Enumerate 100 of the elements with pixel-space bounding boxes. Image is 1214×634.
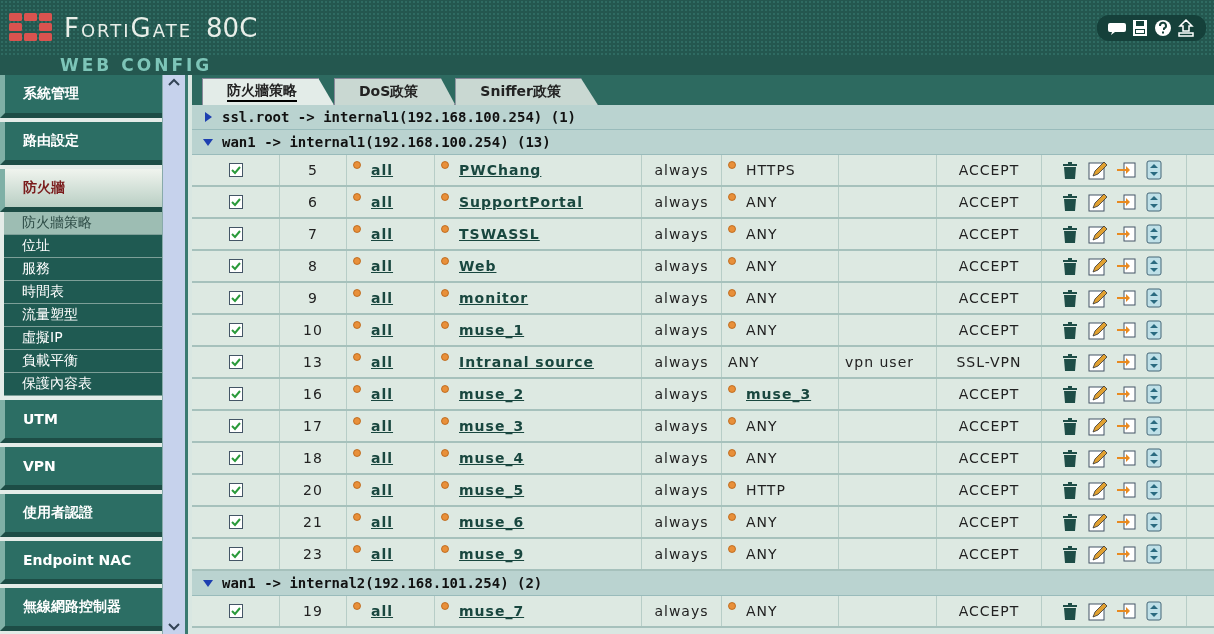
delete-icon[interactable] <box>1060 384 1080 404</box>
source-link[interactable]: all <box>371 322 394 338</box>
delete-icon[interactable] <box>1060 416 1080 436</box>
insert-icon[interactable] <box>1116 256 1136 276</box>
source-link[interactable]: all <box>371 514 394 530</box>
edit-icon[interactable] <box>1088 224 1108 244</box>
move-icon[interactable] <box>1144 224 1164 244</box>
destination-link[interactable]: TSWASSL <box>459 226 540 242</box>
source-link[interactable]: all <box>371 258 394 274</box>
delete-icon[interactable] <box>1060 160 1080 180</box>
delete-icon[interactable] <box>1060 224 1080 244</box>
insert-icon[interactable] <box>1116 448 1136 468</box>
checkbox[interactable] <box>228 451 243 465</box>
source-link[interactable]: all <box>371 162 394 178</box>
destination-link[interactable]: muse_1 <box>459 322 525 338</box>
move-icon[interactable] <box>1144 192 1164 212</box>
source-link[interactable]: all <box>371 386 394 402</box>
tab[interactable]: Sniffer政策 <box>455 78 598 105</box>
sidebar-section[interactable]: 系統管理 <box>0 75 162 118</box>
insert-icon[interactable] <box>1116 224 1136 244</box>
sidebar-section[interactable]: 路由設定 <box>0 122 162 165</box>
source-link[interactable]: all <box>371 603 394 619</box>
checkbox[interactable] <box>228 515 243 529</box>
insert-icon[interactable] <box>1116 288 1136 308</box>
sidebar-item[interactable]: 位址 <box>4 235 162 258</box>
edit-icon[interactable] <box>1088 320 1108 340</box>
move-icon[interactable] <box>1144 256 1164 276</box>
edit-icon[interactable] <box>1088 448 1108 468</box>
checkbox[interactable] <box>228 604 243 618</box>
source-link[interactable]: all <box>371 482 394 498</box>
group-header[interactable]: wan1 -> internal1(192.168.100.254) (13) <box>192 130 1214 155</box>
delete-icon[interactable] <box>1060 352 1080 372</box>
destination-link[interactable]: PWChang <box>459 162 542 178</box>
source-link[interactable]: all <box>371 354 394 370</box>
insert-icon[interactable] <box>1116 192 1136 212</box>
edit-icon[interactable] <box>1088 601 1108 621</box>
destination-link[interactable]: Intranal source <box>459 354 594 370</box>
edit-icon[interactable] <box>1088 352 1108 372</box>
insert-icon[interactable] <box>1116 352 1136 372</box>
move-icon[interactable] <box>1144 512 1164 532</box>
checkbox[interactable] <box>228 419 243 433</box>
insert-icon[interactable] <box>1116 601 1136 621</box>
save-icon[interactable] <box>1130 18 1150 37</box>
insert-icon[interactable] <box>1116 480 1136 500</box>
sidebar-item[interactable]: 負載平衡 <box>4 350 162 373</box>
checkbox[interactable] <box>228 547 243 561</box>
delete-icon[interactable] <box>1060 480 1080 500</box>
destination-link[interactable]: muse_4 <box>459 450 525 466</box>
logout-icon[interactable] <box>1176 18 1196 37</box>
sidebar-item[interactable]: 服務 <box>4 258 162 281</box>
sidebar-item[interactable]: 時間表 <box>4 281 162 304</box>
help-icon[interactable] <box>1153 18 1173 37</box>
insert-icon[interactable] <box>1116 512 1136 532</box>
delete-icon[interactable] <box>1060 256 1080 276</box>
checkbox[interactable] <box>228 163 243 177</box>
sidebar-item[interactable]: 虛擬IP <box>4 327 162 350</box>
insert-icon[interactable] <box>1116 416 1136 436</box>
checkbox[interactable] <box>228 291 243 305</box>
move-icon[interactable] <box>1144 384 1164 404</box>
scrollbar[interactable] <box>162 75 185 634</box>
destination-link[interactable]: SupportPortal <box>459 194 584 210</box>
move-icon[interactable] <box>1144 601 1164 621</box>
sidebar-section[interactable]: 無線網路控制器 <box>0 588 162 631</box>
tab[interactable]: DoS政策 <box>334 78 456 105</box>
sidebar-section[interactable]: VPN <box>0 447 162 490</box>
delete-icon[interactable] <box>1060 448 1080 468</box>
edit-icon[interactable] <box>1088 384 1108 404</box>
insert-icon[interactable] <box>1116 384 1136 404</box>
edit-icon[interactable] <box>1088 288 1108 308</box>
move-icon[interactable] <box>1144 288 1164 308</box>
destination-link[interactable]: monitor <box>459 290 529 306</box>
delete-icon[interactable] <box>1060 320 1080 340</box>
expanded-triangle-icon[interactable] <box>202 577 214 589</box>
destination-link[interactable]: muse_6 <box>459 514 525 530</box>
source-link[interactable]: all <box>371 546 394 562</box>
checkbox[interactable] <box>228 387 243 401</box>
move-icon[interactable] <box>1144 544 1164 564</box>
checkbox[interactable] <box>228 323 243 337</box>
sidebar-section[interactable]: 防火牆 <box>0 169 162 212</box>
move-icon[interactable] <box>1144 320 1164 340</box>
insert-icon[interactable] <box>1116 544 1136 564</box>
source-link[interactable]: all <box>371 450 394 466</box>
edit-icon[interactable] <box>1088 512 1108 532</box>
delete-icon[interactable] <box>1060 601 1080 621</box>
move-icon[interactable] <box>1144 416 1164 436</box>
checkbox[interactable] <box>228 227 243 241</box>
group-header[interactable]: wan1 -> internal2(192.168.101.254) (2) <box>192 571 1214 596</box>
sidebar-section[interactable]: Endpoint NAC <box>0 541 162 584</box>
edit-icon[interactable] <box>1088 160 1108 180</box>
delete-icon[interactable] <box>1060 544 1080 564</box>
insert-icon[interactable] <box>1116 160 1136 180</box>
checkbox[interactable] <box>228 195 243 209</box>
move-icon[interactable] <box>1144 160 1164 180</box>
edit-icon[interactable] <box>1088 192 1108 212</box>
edit-icon[interactable] <box>1088 256 1108 276</box>
source-link[interactable]: all <box>371 418 394 434</box>
service-link[interactable]: muse_3 <box>746 386 812 402</box>
tab[interactable]: 防火牆策略 <box>202 78 334 105</box>
expanded-triangle-icon[interactable] <box>202 136 214 148</box>
destination-link[interactable]: muse_2 <box>459 386 525 402</box>
